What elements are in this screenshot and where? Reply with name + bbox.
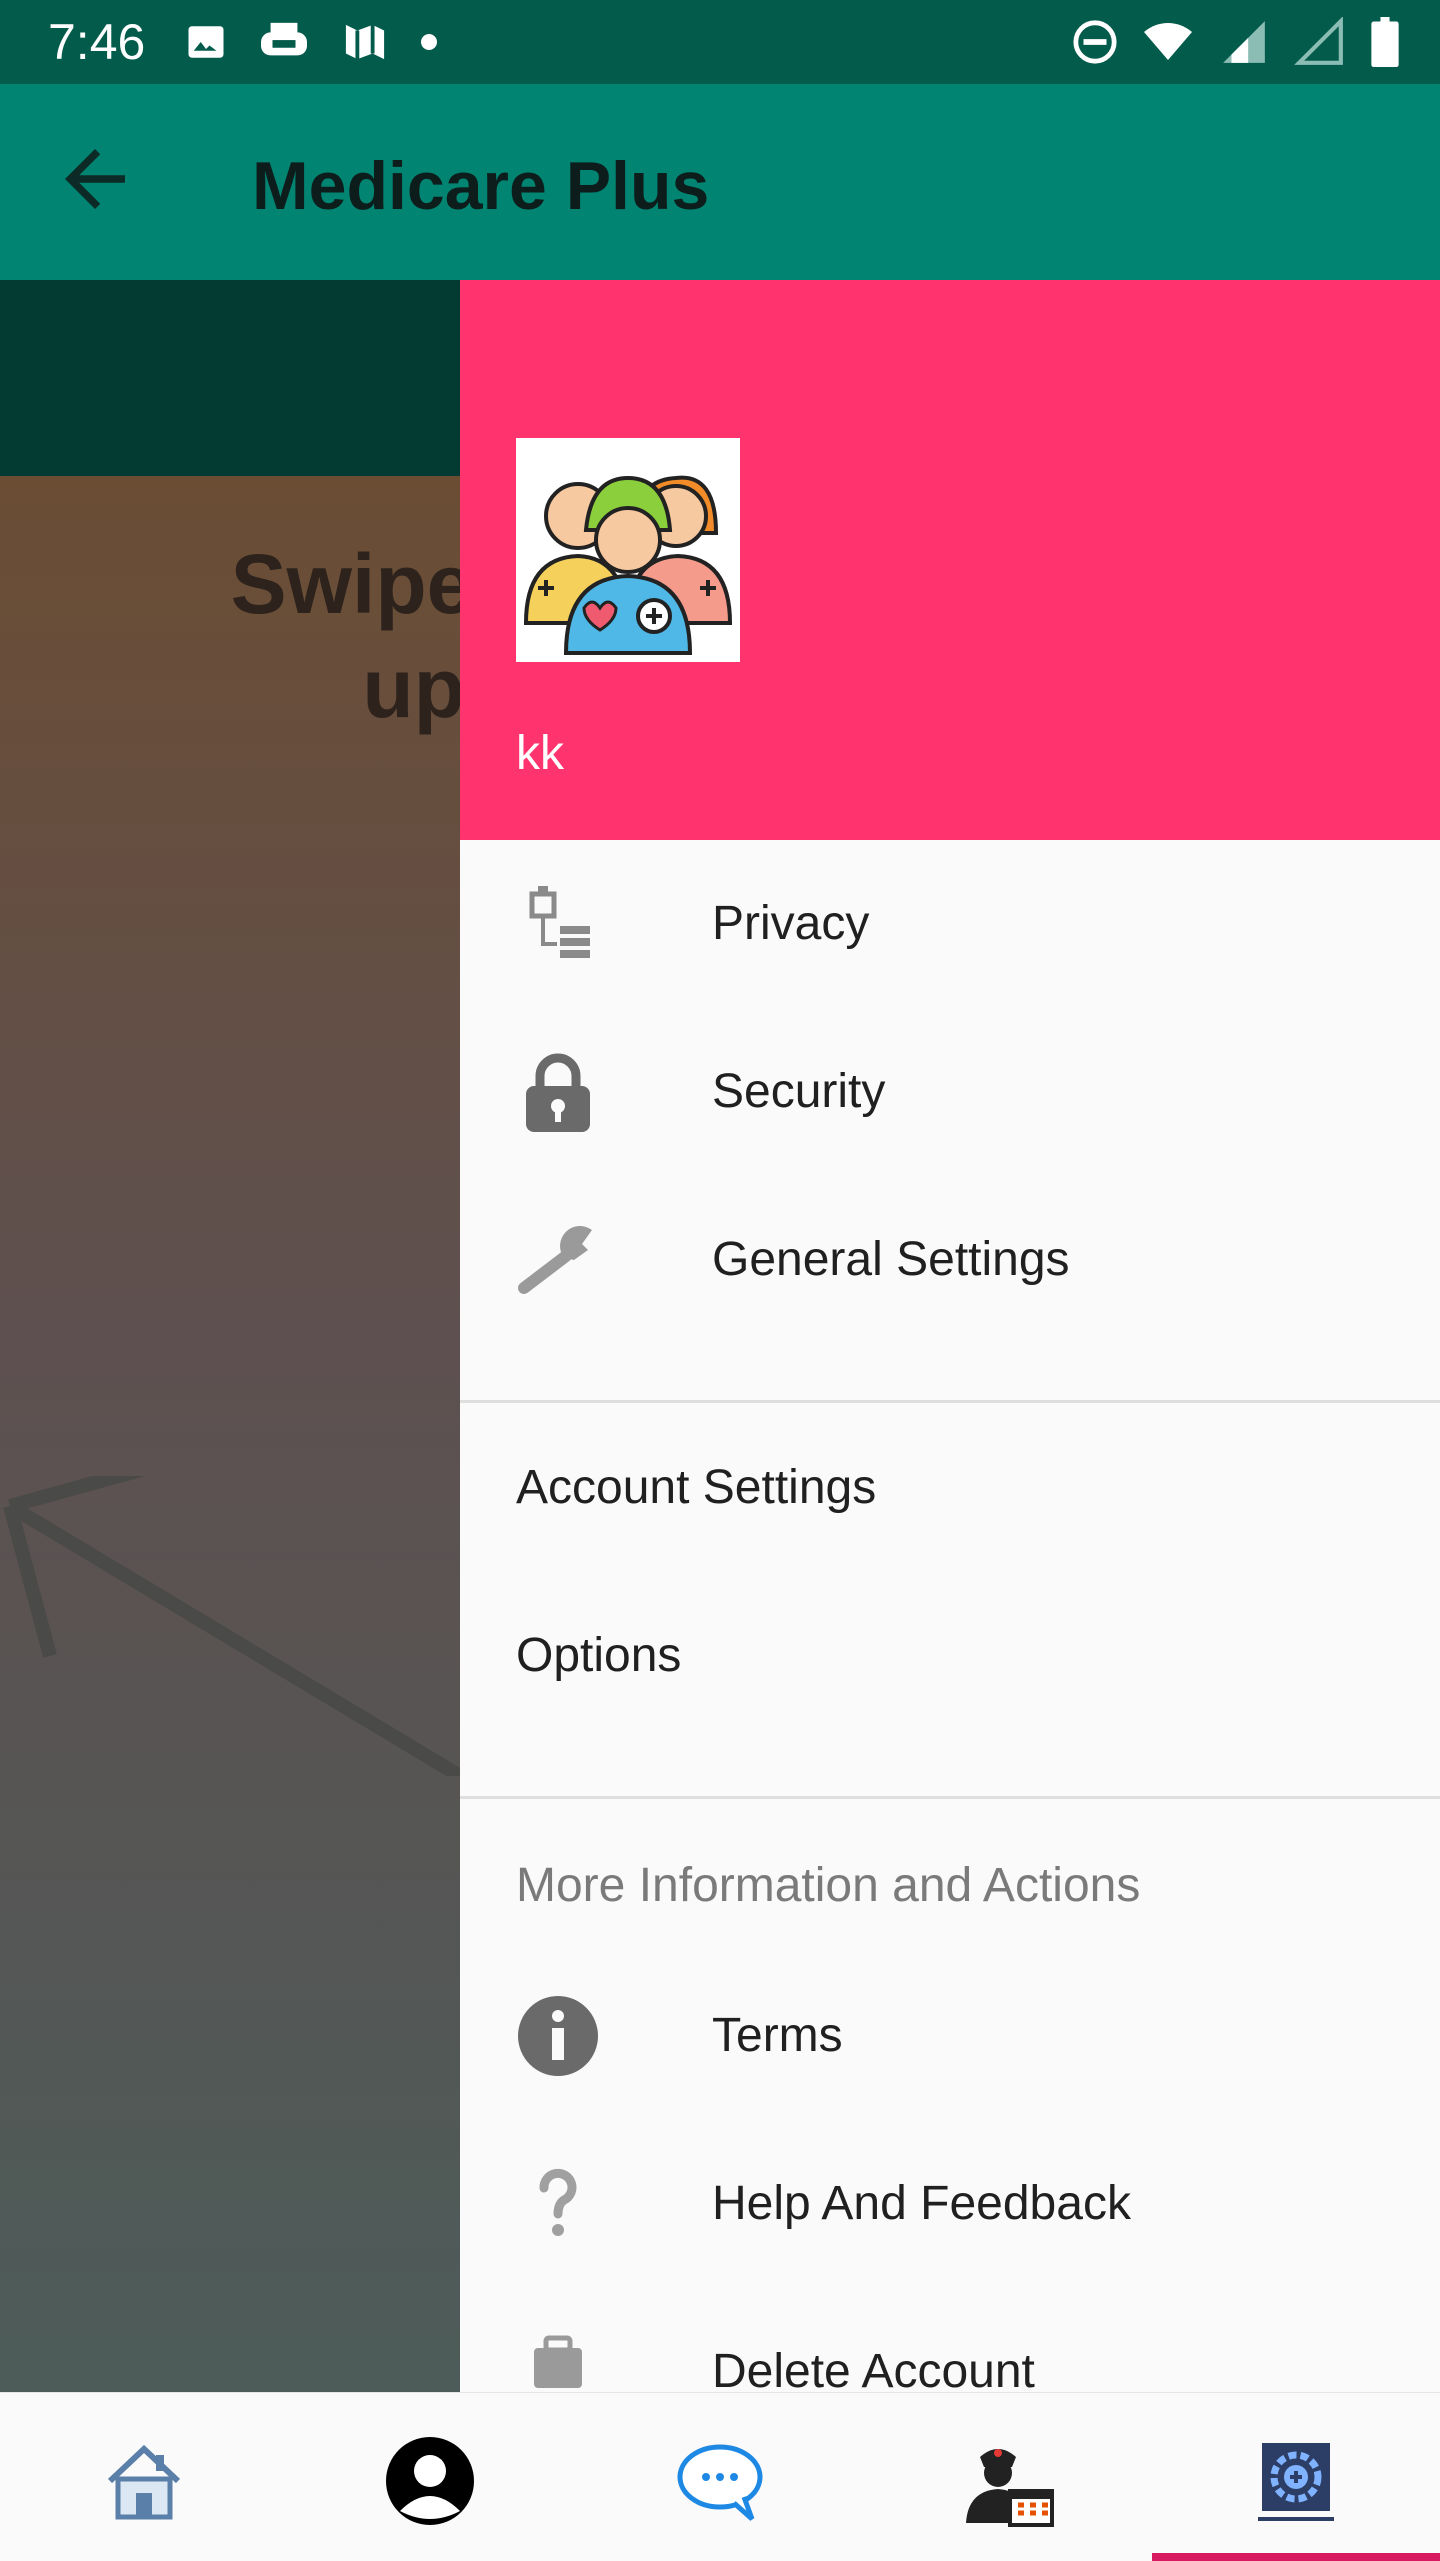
help-icon (539, 2168, 577, 2236)
profile-icon (386, 2437, 474, 2525)
medical-team-icon (523, 475, 733, 655)
image-icon (188, 26, 224, 58)
menu-item-general-settings[interactable]: General Settings (460, 1176, 1440, 1344)
battery-icon (1371, 17, 1399, 67)
status-notification-icons (185, 18, 439, 66)
status-bar: 7:46 (0, 0, 1440, 84)
drawer-header: kk (460, 280, 1440, 840)
menu-item-help-feedback[interactable]: Help And Feedback (460, 2120, 1440, 2288)
menu-item-delete-account[interactable]: Delete Account (460, 2288, 1440, 2392)
app-title: Medicare Plus (252, 148, 710, 224)
menu-label-privacy: Privacy (712, 897, 870, 950)
privacy-icon (529, 886, 590, 958)
medical-settings-icon (1258, 2443, 1334, 2521)
menu-item-privacy[interactable]: Privacy (460, 840, 1440, 1008)
drawer-divider (460, 1400, 1440, 1403)
menu-item-account-settings[interactable]: Account Settings (460, 1404, 1440, 1572)
nav-profile[interactable] (382, 2433, 478, 2529)
menu-label-help-feedback: Help And Feedback (712, 2177, 1131, 2230)
avatar[interactable] (516, 438, 740, 662)
app-bar: Medicare Plus (0, 84, 1440, 280)
lock-icon (526, 1053, 590, 1132)
menu-label-account-settings: Account Settings (516, 1461, 877, 1514)
drawer-divider (460, 1796, 1440, 1799)
background-content: Swipe diag up to (0, 476, 669, 2392)
swipe-arrow-icon (3, 1476, 460, 1776)
back-button[interactable] (50, 134, 140, 224)
menu-label-terms: Terms (712, 2009, 843, 2062)
nav-chat[interactable] (672, 2433, 768, 2529)
status-time: 7:46 (48, 14, 146, 70)
menu-label-general-settings: General Settings (712, 1233, 1070, 1286)
menu-label-options: Options (516, 1629, 682, 1682)
chat-icon (677, 2444, 763, 2521)
doctor-appointment-icon (966, 2449, 1054, 2527)
menu-label-security: Security (712, 1065, 886, 1118)
print-icon (261, 22, 307, 56)
nav-home[interactable] (96, 2433, 192, 2529)
maps-icon (345, 24, 385, 60)
menu-item-terms[interactable]: Terms (460, 1952, 1440, 2120)
user-name: kk (516, 727, 564, 780)
arrow-back-icon (65, 149, 125, 209)
nav-medical-settings[interactable] (1248, 2433, 1344, 2529)
do-not-disturb-icon (1073, 20, 1117, 64)
signal-icon (1223, 21, 1265, 63)
briefcase-icon (534, 2335, 582, 2388)
navigation-drawer: kk Privacy Security General Settings Acc… (460, 280, 1440, 2392)
dot-icon (421, 34, 437, 50)
info-icon (518, 1996, 598, 2076)
menu-item-options[interactable]: Options (460, 1572, 1440, 1740)
status-system-icons (1072, 14, 1400, 70)
home-icon (107, 2444, 181, 2520)
signal-empty-icon (1294, 17, 1343, 65)
menu-label-delete-account: Delete Account (712, 2345, 1035, 2392)
section-header-more-info: More Information and Actions (516, 1859, 1141, 1912)
wrench-icon (518, 1226, 592, 1294)
background-tab-strip (0, 280, 460, 476)
bottom-navigation (0, 2392, 1440, 2561)
nav-doctor-appointment[interactable] (962, 2433, 1058, 2529)
menu-item-security[interactable]: Security (460, 1008, 1440, 1176)
wifi-icon (1144, 23, 1192, 60)
